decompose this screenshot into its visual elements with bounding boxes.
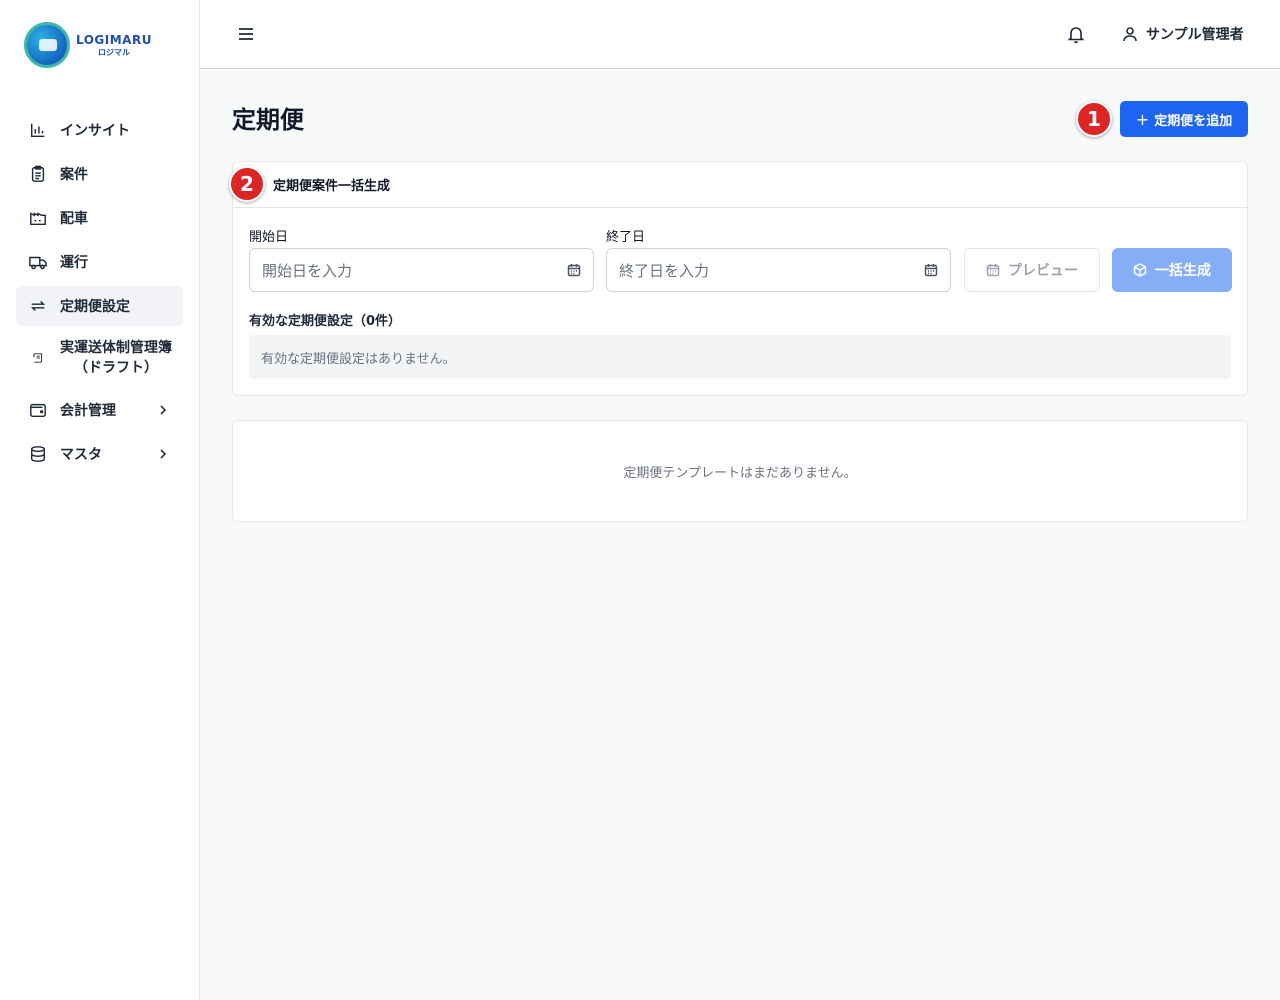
sidebar-item-cases[interactable]: 案件 (16, 154, 183, 194)
bulk-generate-button[interactable]: 一括生成 (1112, 248, 1232, 292)
plus-icon: + (1135, 109, 1150, 129)
notification-button[interactable] (1066, 24, 1086, 44)
menu-toggle-button[interactable] (236, 24, 256, 44)
sidebar-item-label: 案件 (60, 167, 88, 183)
annotation-badge-1: 1 (1076, 101, 1112, 137)
bulk-generate-label: 一括生成 (1155, 263, 1211, 279)
repeat-icon (28, 296, 48, 316)
scroll-icon (28, 348, 48, 368)
templates-card: 定期便テンプレートはまだありません。 (232, 420, 1248, 522)
factory-icon (28, 208, 48, 228)
brand-name: LOGIMARU (76, 32, 152, 47)
bell-icon (1067, 27, 1085, 44)
bar-chart-icon (28, 120, 48, 140)
sidebar-item-label: インサイト (60, 123, 130, 139)
user-name: サンプル管理者 (1146, 27, 1244, 43)
sidebar-item-label: 配車 (60, 211, 88, 227)
clipboard-icon (28, 164, 48, 184)
preview-button-label: プレビュー (1008, 263, 1078, 279)
end-date-placeholder: 終了日を入力 (619, 261, 710, 280)
sidebar-item-master[interactable]: マスタ (16, 434, 183, 474)
annotation-badge-2: 2 (229, 166, 265, 202)
user-icon (1123, 27, 1137, 42)
sidebar-item-operation[interactable]: 運行 (16, 242, 183, 282)
logo[interactable]: LOGIMARU ロジマル (24, 22, 164, 68)
start-date-placeholder: 開始日を入力 (262, 261, 353, 280)
sidebar-item-dispatch[interactable]: 配車 (16, 198, 183, 238)
active-settings-title: 有効な定期便設定（0件） (249, 314, 402, 329)
sidebar-item-accounting[interactable]: 会計管理 (16, 390, 183, 430)
chevron-right-icon (157, 404, 169, 416)
sidebar-item-label-sub: （ドラフト） (74, 360, 158, 376)
active-settings-empty: 有効な定期便設定はありません。 (249, 335, 1231, 379)
sidebar: LOGIMARU ロジマル インサイト 案件 配車 運行 定期便設定 実運送体制… (0, 0, 200, 1000)
logo-mark-icon (24, 22, 70, 68)
top-header: サンプル管理者 (200, 0, 1280, 69)
sidebar-item-transport-register[interactable]: 実運送体制管理簿 （ドラフト） (16, 330, 183, 386)
sidebar-item-label: マスタ (60, 447, 102, 463)
calendar-icon[interactable] (924, 263, 938, 277)
sidebar-item-label: 運行 (60, 255, 88, 271)
chevron-right-icon (157, 448, 169, 460)
bulk-generate-header: 定期便案件一括生成 (233, 162, 1247, 208)
sidebar-item-label: 会計管理 (60, 403, 116, 419)
templates-empty-text: 定期便テンプレートはまだありません。 (623, 465, 857, 481)
database-icon (28, 444, 48, 464)
bulk-generate-card: 定期便案件一括生成 開始日 開始日を入力 終了日 終了日を入力 プレビュー 一括… (232, 161, 1248, 396)
brand-sub: ロジマル (97, 47, 130, 57)
page-title: 定期便 (232, 106, 304, 134)
active-settings-empty-text: 有効な定期便設定はありません。 (261, 351, 456, 367)
preview-button[interactable]: プレビュー (964, 248, 1100, 292)
calendar-icon (986, 264, 1000, 277)
sidebar-nav: インサイト 案件 配車 運行 定期便設定 実運送体制管理簿 （ドラフト） 会計管… (16, 110, 183, 478)
wallet-icon (28, 400, 48, 420)
truck-icon (28, 252, 48, 272)
sidebar-item-label: 定期便設定 (60, 299, 130, 315)
end-date-input[interactable]: 終了日を入力 (606, 248, 951, 292)
start-date-label: 開始日 (249, 230, 289, 245)
bulk-generate-title: 定期便案件一括生成 (273, 179, 391, 194)
sidebar-item-label: 実運送体制管理簿 (60, 340, 172, 356)
add-regular-route-button[interactable]: + 定期便を追加 (1120, 101, 1248, 137)
user-menu[interactable]: サンプル管理者 (1122, 24, 1244, 44)
end-date-label: 終了日 (606, 230, 646, 245)
add-button-label: 定期便を追加 (1154, 113, 1233, 129)
sidebar-item-insight[interactable]: インサイト (16, 110, 183, 150)
start-date-input[interactable]: 開始日を入力 (249, 248, 594, 292)
hamburger-icon (239, 28, 253, 40)
package-plus-icon (1133, 263, 1147, 277)
sidebar-item-regular-settings[interactable]: 定期便設定 (16, 286, 183, 326)
calendar-icon[interactable] (567, 263, 581, 277)
